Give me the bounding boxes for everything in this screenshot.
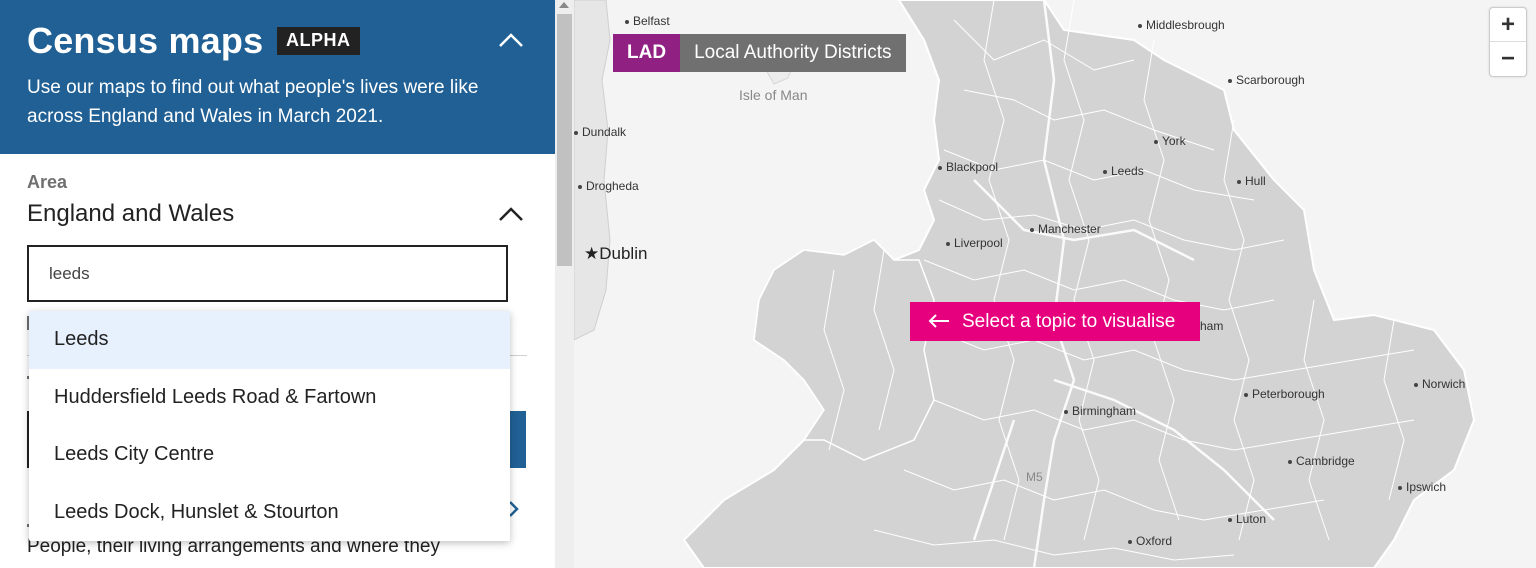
scroll-up-icon[interactable]: [559, 2, 569, 8]
place-drogheda: Drogheda: [578, 179, 639, 193]
place-peterborough: Peterborough: [1244, 387, 1325, 401]
arrow-left-icon: [928, 314, 949, 328]
area-value[interactable]: England and Wales: [27, 200, 234, 228]
search-results-list: Leeds Huddersfield Leeds Road & Fartown …: [29, 311, 510, 541]
intro-text: Use our maps to find out what people's l…: [27, 77, 479, 127]
place-blackpool: Blackpool: [938, 160, 998, 174]
select-topic-prompt[interactable]: Select a topic to visualise: [910, 302, 1200, 341]
geography-badge[interactable]: LAD Local Authority Districts: [613, 34, 906, 72]
place-norwich: Norwich: [1414, 377, 1465, 391]
search-result[interactable]: Leeds: [29, 311, 510, 369]
chevron-up-icon[interactable]: [496, 28, 526, 52]
place-cambridge: Cambridge: [1288, 454, 1355, 468]
place-leeds: Leeds: [1103, 164, 1144, 178]
chevron-up-icon[interactable]: [496, 202, 526, 226]
prompt-text: Select a topic to visualise: [962, 311, 1176, 332]
header: Census maps ALPHA Use our maps to find o…: [0, 0, 555, 154]
place-scarborough: Scarborough: [1228, 73, 1305, 87]
place-middlesbrough: Middlesbrough: [1138, 18, 1225, 32]
sidebar: Census maps ALPHA Use our maps to find o…: [0, 0, 555, 568]
place-isle-of-man: Isle of Man: [739, 87, 808, 103]
zoom-control: + −: [1489, 7, 1527, 77]
search-result[interactable]: Leeds Dock, Hunslet & Stourton: [29, 484, 510, 542]
area-label: Area: [27, 172, 68, 192]
page-title: Census maps: [27, 20, 264, 61]
place-birmingham: Birmingham: [1064, 404, 1136, 418]
place-hull: Hull: [1237, 174, 1266, 188]
place-ipswich: Ipswich: [1398, 480, 1446, 494]
zoom-in-button[interactable]: +: [1490, 8, 1526, 42]
search-result[interactable]: Huddersfield Leeds Road & Fartown: [29, 369, 510, 427]
place-luton: Luton: [1228, 512, 1266, 526]
map[interactable]: Belfast Middlesbrough Scarborough Isle o…: [574, 0, 1536, 568]
place-oxford: Oxford: [1128, 534, 1172, 548]
place-partial: ham: [1200, 319, 1224, 333]
star-icon: ★: [584, 244, 600, 263]
geography-code: LAD: [613, 34, 681, 72]
search-input[interactable]: [27, 245, 508, 302]
place-york: York: [1154, 134, 1186, 148]
zoom-out-button[interactable]: −: [1490, 42, 1526, 75]
scrollbar-thumb[interactable]: [557, 14, 572, 266]
map-canvas: [574, 0, 1476, 568]
search-result[interactable]: Leeds City Centre: [29, 426, 510, 484]
geography-name: Local Authority Districts: [680, 34, 906, 72]
place-dundalk: Dundalk: [574, 125, 626, 139]
alpha-badge: ALPHA: [277, 27, 360, 55]
road-m5: M5: [1026, 470, 1043, 484]
place-liverpool: Liverpool: [946, 236, 1003, 250]
place-dublin: ★Dublin: [584, 244, 648, 263]
place-manchester: Manchester: [1030, 222, 1101, 236]
place-belfast: Belfast: [625, 14, 670, 28]
